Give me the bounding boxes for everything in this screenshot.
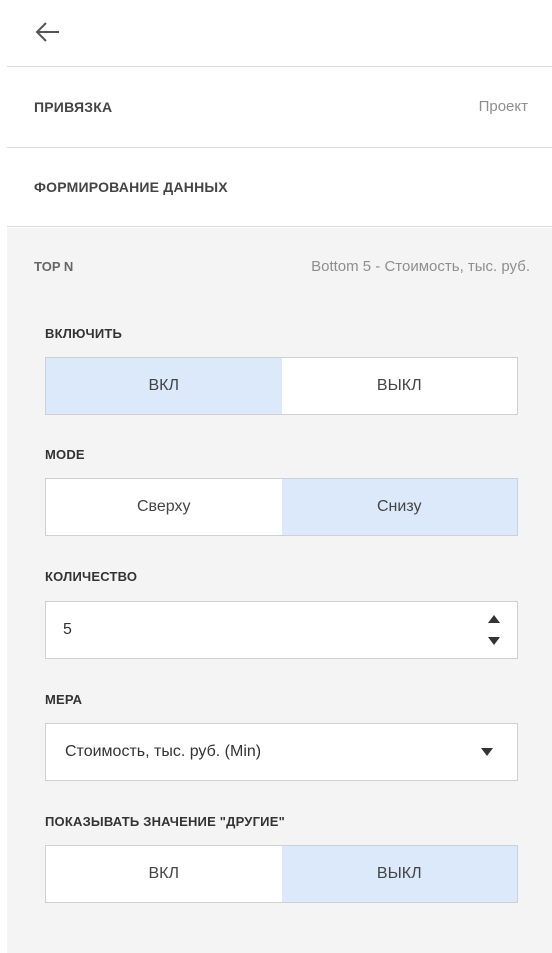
mode-toggle: Сверху Снизу: [45, 478, 518, 536]
quantity-stepper[interactable]: 5: [45, 601, 518, 659]
mode-label: MODE: [45, 447, 85, 462]
topn-row: TOP N Bottom 5 - Стоимость, тыс. руб.: [34, 258, 530, 275]
measure-select[interactable]: Стоимость, тыс. руб. (Min): [45, 723, 518, 781]
mode-bottom-option[interactable]: Снизу: [281, 479, 517, 535]
mode-top-option[interactable]: Сверху: [46, 479, 282, 535]
show-others-off-option[interactable]: ВЫКЛ: [281, 846, 517, 902]
show-others-on-option[interactable]: ВКЛ: [46, 846, 282, 902]
caret-up-icon[interactable]: [487, 614, 501, 624]
show-others-toggle: ВКЛ ВЫКЛ: [45, 845, 518, 903]
enable-on-option[interactable]: ВКЛ: [46, 358, 282, 414]
topn-value: Bottom 5 - Стоимость, тыс. руб.: [311, 258, 530, 275]
header: [0, 0, 552, 66]
caret-down-icon: [481, 748, 493, 756]
show-others-label: ПОКАЗЫВАТЬ ЗНАЧЕНИЕ "ДРУГИЕ": [45, 814, 285, 829]
data-formation-title: ФОРМИРОВАНИЕ ДАННЫХ: [34, 179, 228, 195]
binding-value: Проект: [478, 98, 528, 115]
data-formation-panel: TOP N Bottom 5 - Стоимость, тыс. руб. ВК…: [7, 228, 552, 953]
arrow-left-icon: [35, 22, 59, 42]
topn-label: TOP N: [34, 259, 74, 274]
data-formation-row[interactable]: ФОРМИРОВАНИЕ ДАННЫХ: [7, 147, 552, 227]
measure-value: Стоимость, тыс. руб. (Min): [65, 743, 262, 760]
caret-down-icon[interactable]: [487, 636, 501, 646]
quantity-label: КОЛИЧЕСТВО: [45, 569, 138, 584]
quantity-value: 5: [63, 621, 72, 638]
binding-row[interactable]: ПРИВЯЗКА Проект: [7, 66, 552, 146]
enable-off-option[interactable]: ВЫКЛ: [282, 358, 518, 414]
binding-title: ПРИВЯЗКА: [34, 98, 113, 115]
enable-label: ВКЛЮЧИТЬ: [45, 326, 123, 341]
back-button[interactable]: [34, 18, 62, 46]
measure-label: МЕРА: [45, 692, 83, 707]
stepper-controls: [487, 614, 501, 646]
enable-toggle: ВКЛ ВЫКЛ: [45, 357, 518, 415]
